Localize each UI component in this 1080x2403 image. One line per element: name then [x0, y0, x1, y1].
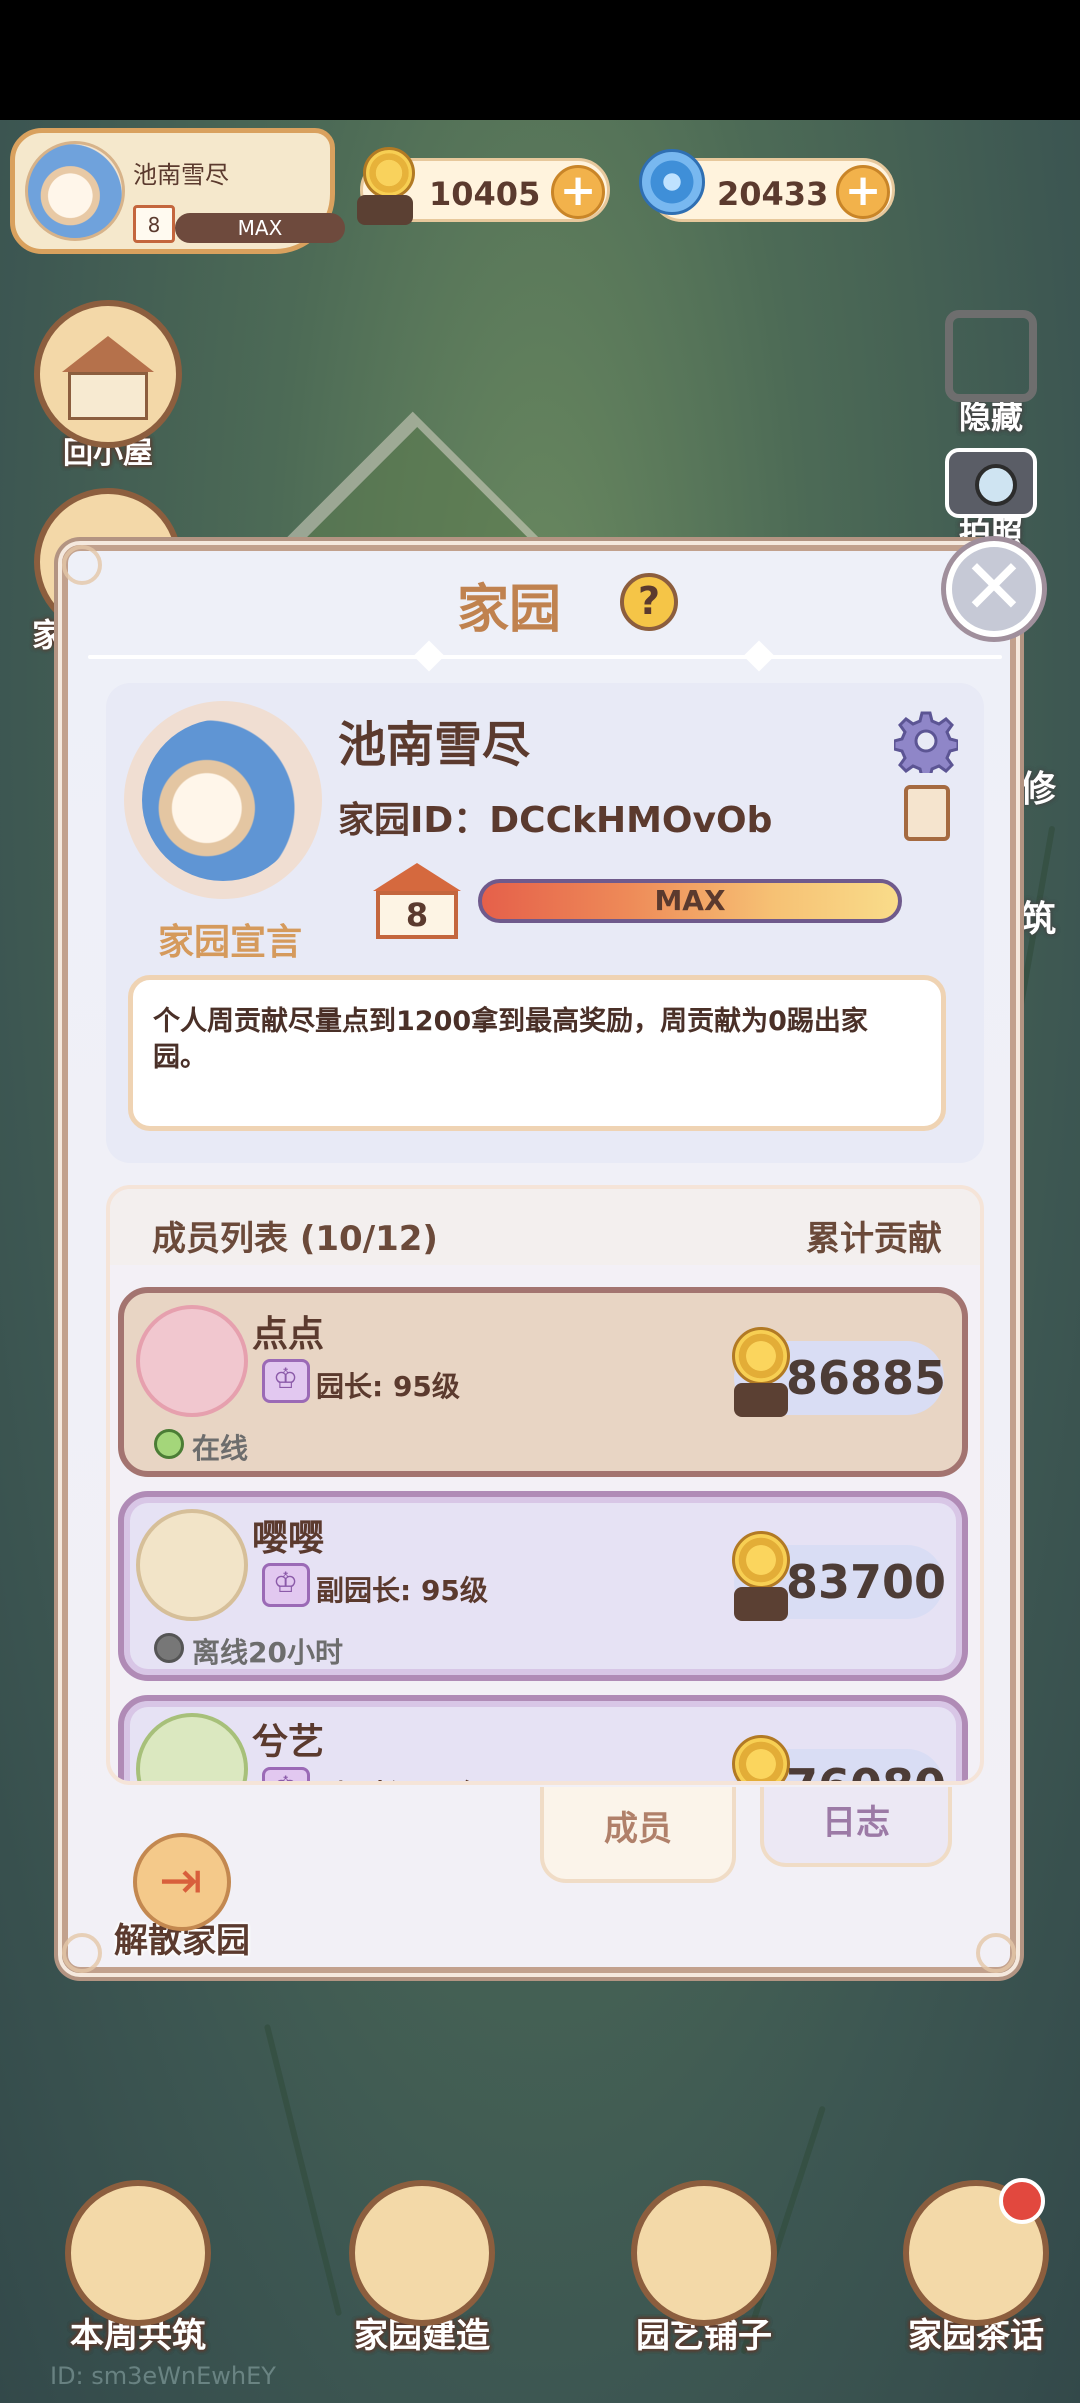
- gear-icon[interactable]: [892, 709, 960, 779]
- online-status-icon: [154, 1429, 184, 1459]
- house-icon: [34, 300, 182, 448]
- weekly-build-button[interactable]: 本周共筑: [28, 2180, 248, 2357]
- photo-button[interactable]: 拍照: [930, 448, 1052, 554]
- crown-icon: [262, 1563, 310, 1607]
- member-contribution: 86885: [786, 1351, 947, 1405]
- second-left-label: 家: [32, 616, 65, 654]
- chat-bubble-icon: [903, 2178, 1049, 2326]
- member-status: 在线: [192, 1432, 249, 1465]
- spiral-coin-icon: [633, 137, 717, 233]
- corner-ornament: [976, 1933, 1016, 1973]
- snail-coin-counter: 10405 +: [357, 147, 610, 225]
- player-level-bar: MAX: [175, 213, 345, 243]
- member-row[interactable]: 嘤嘤 副园长: 95级 离线20小时 83700: [118, 1491, 968, 1681]
- spiral-coin-counter: 20433 +: [639, 149, 895, 222]
- member-role: 副园长: 95级: [316, 1773, 488, 1781]
- member-name: 嘤嘤: [252, 1518, 325, 1559]
- player-id-watermark: ID: sm3eWnEwhEY: [50, 2362, 276, 2390]
- snail-coin-amount: 10405: [429, 175, 541, 213]
- spiral-coin-amount: 20433: [717, 175, 829, 213]
- home-name: 池南雪尽: [338, 717, 531, 773]
- home-level-badge: 8: [373, 863, 461, 939]
- hide-ui-button[interactable]: 隐藏: [930, 310, 1052, 438]
- help-icon[interactable]: ?: [620, 573, 678, 631]
- camera-icon: [945, 448, 1037, 518]
- player-avatar: [25, 141, 125, 241]
- member-name: 兮艺: [252, 1722, 325, 1763]
- tab-members[interactable]: 成员: [540, 1787, 736, 1883]
- crown-icon: [262, 1767, 310, 1781]
- home-chat-button[interactable]: 家园茶话: [866, 2178, 1080, 2357]
- player-profile-chip[interactable]: 池南雪尽 8 MAX: [10, 128, 345, 254]
- home-info-card: 池南雪尽 家园ID：DCCkHMOvOb 8 MAX 家园宣言 个人周贡献尽量点…: [106, 683, 984, 1163]
- player-level-badge: 8: [133, 205, 175, 243]
- member-role: 园长: 95级: [316, 1370, 460, 1403]
- podium-icon: [65, 2180, 211, 2326]
- dissolve-home-button[interactable]: 解散家园: [82, 1833, 282, 1962]
- edge-label-repair: 修: [1020, 769, 1057, 810]
- offline-status-icon: [154, 1633, 184, 1663]
- snail-coin-icon: [343, 137, 427, 233]
- garden-shop-button[interactable]: 园艺铺子: [594, 2180, 814, 2357]
- declaration-text: 个人周贡献尽量点到1200拿到最高奖励，周贡献为0踢出家园。: [128, 975, 946, 1131]
- edge-label-build: 筑: [1020, 899, 1057, 940]
- member-status: 离线20小时: [192, 1636, 343, 1669]
- crown-icon: [262, 1359, 310, 1403]
- fullscreen-icon: [945, 310, 1037, 402]
- member-contribution: 83700: [786, 1555, 947, 1609]
- home-avatar: [124, 701, 322, 899]
- status-bar: [0, 0, 1080, 120]
- member-list-header: 成员列表 (10/12) 累计贡献: [110, 1189, 980, 1265]
- member-contribution: 76080: [786, 1759, 946, 1781]
- close-button[interactable]: ✕: [946, 541, 1042, 637]
- member-list[interactable]: 成员列表 (10/12) 累计贡献 点点 园长: 95级 在线 86885 嘤嘤…: [106, 1185, 984, 1785]
- tab-log[interactable]: 日志: [760, 1787, 952, 1867]
- notification-dot: [999, 2178, 1045, 2224]
- homestead-panel: 家园 ? ✕ 池南雪尽 家园ID：DCCkHMOvOb 8 MAX 家园宣言 个…: [62, 541, 1042, 1973]
- member-role: 副园长: 95级: [316, 1574, 488, 1607]
- member-count-label: 成员列表 (10/12): [152, 1219, 438, 1259]
- member-avatar: [136, 1305, 248, 1417]
- add-snail-coin-button[interactable]: +: [551, 165, 605, 219]
- brick-wall-icon: [349, 2180, 495, 2326]
- member-avatar: [136, 1509, 248, 1621]
- home-id: 家园ID：DCCkHMOvOb: [338, 800, 773, 841]
- player-name: 池南雪尽: [133, 161, 229, 189]
- add-spiral-coin-button[interactable]: +: [836, 165, 890, 219]
- title-divider: [88, 640, 1002, 672]
- declaration-label: 家园宣言: [158, 922, 303, 963]
- contribution-header: 累计贡献: [806, 1219, 942, 1259]
- member-name: 点点: [252, 1314, 325, 1355]
- copy-id-icon[interactable]: [894, 785, 950, 857]
- member-row[interactable]: 点点 园长: 95级 在线 86885: [118, 1287, 968, 1477]
- exit-door-icon: [133, 1833, 231, 1931]
- member-row[interactable]: 兮艺 副园长: 95级 76080: [118, 1695, 968, 1781]
- flower-basket-icon: [631, 2180, 777, 2326]
- back-home-button[interactable]: 回小屋: [28, 300, 188, 472]
- home-level-bar: MAX: [478, 879, 902, 923]
- panel-title: 家园: [456, 580, 561, 640]
- home-level-number: 8: [376, 891, 458, 939]
- member-avatar: [136, 1713, 248, 1781]
- home-build-button[interactable]: 家园建造: [312, 2180, 532, 2357]
